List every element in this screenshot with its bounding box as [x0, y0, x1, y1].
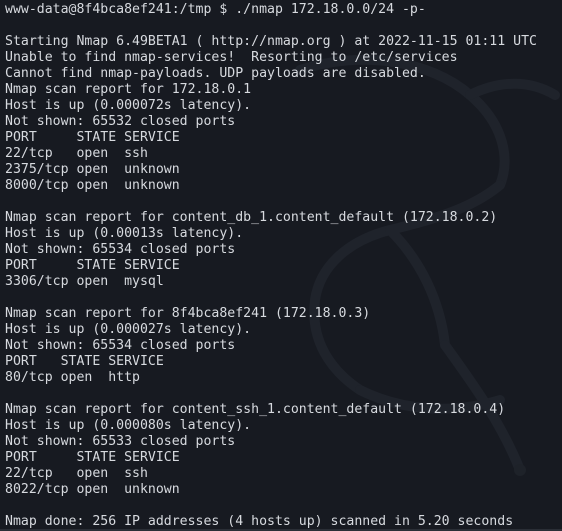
- terminal-line: 3306/tcp open mysql: [5, 274, 164, 289]
- terminal-line: PORT STATE SERVICE: [5, 354, 164, 369]
- terminal-line: Nmap scan report for content_ssh_1.conte…: [5, 402, 506, 417]
- terminal-line: Not shown: 65532 closed ports: [5, 114, 236, 129]
- terminal-line: PORT STATE SERVICE: [5, 130, 180, 145]
- terminal-window[interactable]: www-data@8f4bca8ef241:/tmp $ ./nmap 172.…: [0, 0, 562, 531]
- terminal-line: Host is up (0.00013s latency).: [5, 226, 244, 241]
- terminal-line: Nmap done: 256 IP addresses (4 hosts up)…: [5, 514, 514, 529]
- terminal-line: 8022/tcp open unknown: [5, 482, 180, 497]
- terminal-line: Starting Nmap 6.49BETA1 ( http://nmap.or…: [5, 34, 537, 49]
- terminal-output: www-data@8f4bca8ef241:/tmp $ ./nmap 172.…: [0, 0, 562, 530]
- terminal-line: 80/tcp open http: [5, 370, 140, 385]
- terminal-line: Nmap scan report for 172.18.0.1: [5, 82, 252, 97]
- terminal-line: Host is up (0.000080s latency).: [5, 418, 252, 433]
- terminal-line: 8000/tcp open unknown: [5, 178, 180, 193]
- terminal-line: Not shown: 65534 closed ports: [5, 338, 236, 353]
- terminal-line: Cannot find nmap-payloads. UDP payloads …: [5, 66, 426, 81]
- terminal-line: Host is up (0.000027s latency).: [5, 322, 252, 337]
- terminal-line: PORT STATE SERVICE: [5, 258, 180, 273]
- terminal-line: Nmap scan report for 8f4bca8ef241 (172.1…: [5, 306, 371, 321]
- terminal-line: 22/tcp open ssh: [5, 466, 148, 481]
- terminal-line: 2375/tcp open unknown: [5, 162, 180, 177]
- terminal-line: Host is up (0.000072s latency).: [5, 98, 252, 113]
- terminal-line: Unable to find nmap-services! Resorting …: [5, 50, 458, 65]
- terminal-line: 22/tcp open ssh: [5, 146, 148, 161]
- terminal-line: Not shown: 65534 closed ports: [5, 242, 236, 257]
- terminal-line: Not shown: 65533 closed ports: [5, 434, 236, 449]
- terminal-line: PORT STATE SERVICE: [5, 450, 180, 465]
- terminal-line: Nmap scan report for content_db_1.conten…: [5, 210, 498, 225]
- terminal-line: www-data@8f4bca8ef241:/tmp $ ./nmap 172.…: [5, 2, 426, 17]
